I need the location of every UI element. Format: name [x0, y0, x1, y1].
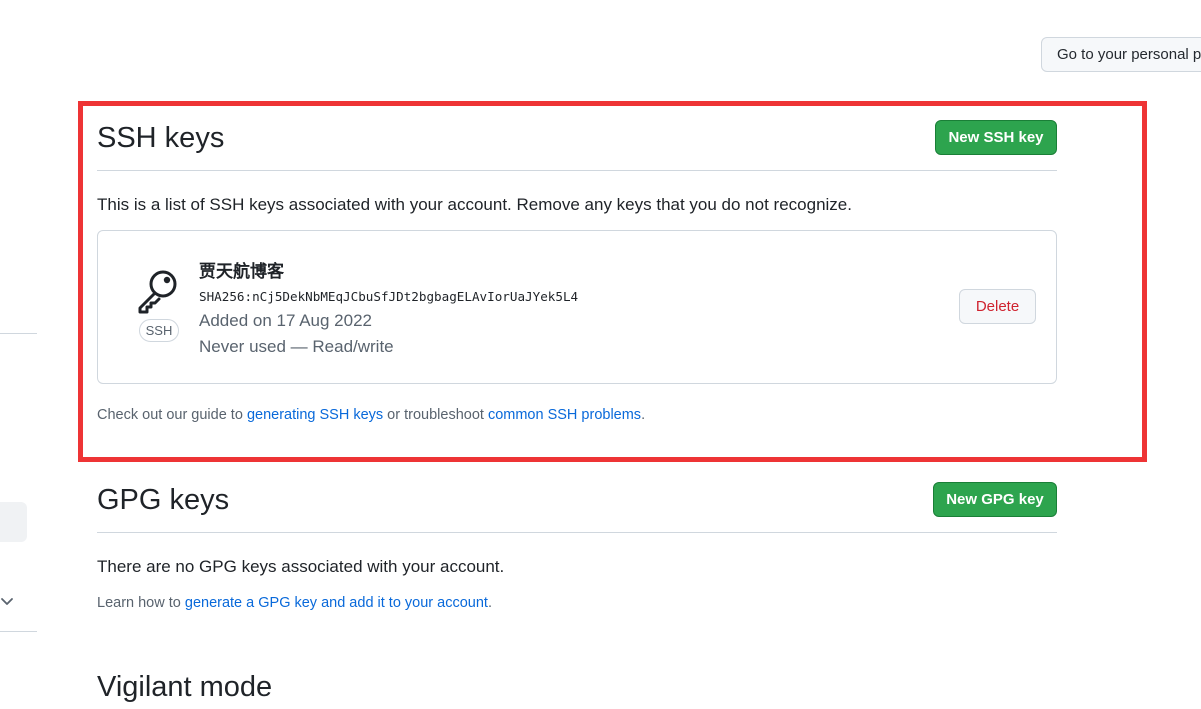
new-ssh-key-button[interactable]: New SSH key: [935, 120, 1057, 155]
go-to-profile-button[interactable]: Go to your personal p: [1041, 37, 1201, 72]
chevron-down-icon[interactable]: [0, 592, 16, 612]
ssh-key-added-date: Added on 17 Aug 2022: [199, 311, 372, 330]
generate-gpg-key-link[interactable]: generate a GPG key and add it to your ac…: [185, 595, 488, 611]
ssh-key-title: 贾天航博客: [199, 262, 284, 281]
ssh-key-card: SSH 贾天航博客 SHA256:nCj5DekNbMEqJCbuSfJDt2b…: [97, 230, 1057, 384]
gpg-keys-heading: GPG keys: [97, 484, 230, 516]
gpg-empty-message: There are no GPG keys associated with yo…: [97, 557, 505, 576]
ssh-key-fingerprint: SHA256:nCj5DekNbMEqJCbuSfJDt2bgbagELAvIo…: [199, 289, 579, 304]
ssh-key-usage: Never used — Read/write: [199, 337, 394, 356]
sidebar-item-selected[interactable]: [0, 502, 27, 542]
key-icon: [138, 270, 177, 314]
gpg-learn-prefix: Learn how to: [97, 595, 185, 611]
gpg-learn-text: Learn how to generate a GPG key and add …: [97, 595, 492, 611]
gpg-learn-suffix: .: [487, 595, 492, 611]
ssh-badge: SSH: [139, 319, 179, 342]
ssh-header-divider: [97, 170, 1057, 171]
ssh-guide-prefix: Check out our guide to: [97, 407, 247, 423]
sidebar-divider: [0, 333, 37, 334]
common-ssh-problems-link[interactable]: common SSH problems: [488, 407, 641, 423]
ssh-guide-text: Check out our guide to generating SSH ke…: [97, 407, 645, 423]
vigilant-mode-heading: Vigilant mode: [97, 671, 273, 703]
ssh-description: This is a list of SSH keys associated wi…: [97, 195, 852, 214]
generating-ssh-keys-link[interactable]: generating SSH keys: [247, 407, 383, 423]
ssh-keys-heading: SSH keys: [97, 122, 225, 154]
new-gpg-key-button[interactable]: New GPG key: [933, 482, 1057, 517]
ssh-guide-middle: or troubleshoot: [383, 407, 488, 423]
sidebar-divider: [0, 631, 37, 632]
gpg-header-divider: [97, 532, 1057, 533]
ssh-guide-suffix: .: [641, 407, 646, 423]
delete-ssh-key-button[interactable]: Delete: [959, 289, 1036, 324]
